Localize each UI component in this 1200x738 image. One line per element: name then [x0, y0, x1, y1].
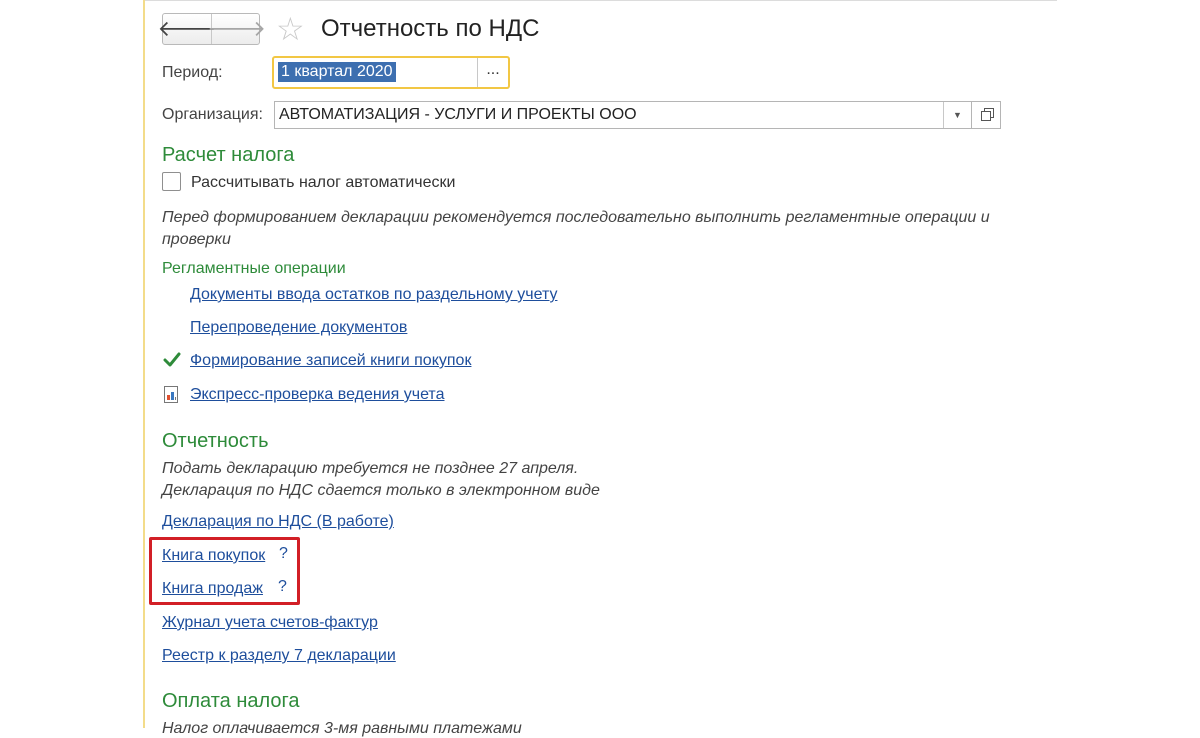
reporting-note-line1: Подать декларацию требуется не позднее 2… [162, 460, 579, 477]
dropdown-arrow-icon[interactable]: ▼ [943, 102, 971, 128]
organization-field[interactable]: АВТОМАТИЗАЦИЯ - УСЛУГИ И ПРОЕКТЫ ООО ▼ [274, 101, 972, 129]
window-left-border [143, 0, 145, 728]
auto-calc-checkbox[interactable] [162, 172, 181, 191]
period-label: Период: [162, 64, 223, 81]
navigation-buttons: 🡐 🡒 [158, 13, 266, 45]
open-organization-button[interactable] [972, 101, 1001, 129]
op-opening-balances-link[interactable]: Документы ввода остатков по раздельному … [190, 286, 557, 304]
period-select-button[interactable]: ... [477, 58, 508, 87]
period-value[interactable]: 1 квартал 2020 [278, 62, 396, 82]
period-field[interactable]: 1 квартал 2020 ... [272, 56, 510, 89]
organization-label: Организация: [162, 106, 263, 123]
tax-calc-title: Расчет налога [162, 144, 295, 166]
favorite-star-icon[interactable]: ☆ [276, 13, 305, 45]
vat-declaration-link[interactable]: Декларация по НДС (В работе) [162, 513, 394, 531]
op-purchase-book-records-link[interactable]: Формирование записей книги покупок [190, 352, 471, 370]
regulatory-ops-title: Регламентные операции [162, 260, 346, 277]
highlight-frame [149, 537, 300, 605]
invoice-journal-link[interactable]: Журнал учета счетов-фактур [162, 614, 378, 632]
checkmark-icon [163, 352, 181, 367]
payment-title: Оплата налога [162, 690, 300, 712]
window-top-border [145, 0, 1057, 1]
arrow-right-icon: 🡒 [207, 16, 266, 41]
back-button[interactable]: 🡐 [158, 14, 217, 44]
page-title: Отчетность по НДС [321, 15, 540, 42]
payment-note: Налог оплачивается 3-мя равными платежам… [162, 720, 522, 737]
op-repost-documents-link[interactable]: Перепроведение документов [190, 319, 407, 337]
reporting-title: Отчетность [162, 430, 269, 452]
forward-button[interactable]: 🡒 [207, 14, 266, 44]
reporting-note-line2: Декларация по НДС сдается только в элект… [162, 482, 600, 499]
organization-value[interactable]: АВТОМАТИЗАЦИЯ - УСЛУГИ И ПРОЕКТЫ ООО [279, 106, 637, 124]
report-chart-icon [164, 386, 178, 403]
op-express-check-link[interactable]: Экспресс-проверка ведения учета [190, 386, 444, 404]
auto-calc-label[interactable]: Рассчитывать налог автоматически [191, 174, 455, 192]
tax-calc-note: Перед формированием декларации рекоменду… [162, 209, 990, 248]
section7-register-link[interactable]: Реестр к разделу 7 декларации [162, 647, 396, 665]
